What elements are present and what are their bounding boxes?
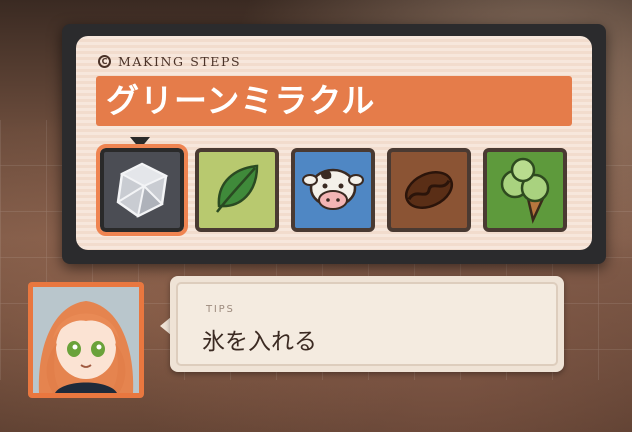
copyright-icon: C: [98, 54, 111, 68]
character-avatar-frame: [28, 282, 144, 398]
ice-cream-icon: [500, 157, 550, 224]
leaf-icon: [216, 164, 259, 213]
recipe-title: グリーンミラクル: [106, 81, 376, 120]
step-milk[interactable]: [291, 148, 375, 232]
tips-text: 氷を入れる: [202, 329, 317, 355]
step-coffee[interactable]: [387, 148, 471, 232]
making-steps-label: MAKING STEPS: [118, 53, 242, 69]
making-steps-header: C MAKING STEPS: [98, 52, 241, 70]
step-leaf[interactable]: [195, 148, 279, 232]
step-ice-cream[interactable]: [483, 148, 567, 232]
tips-box: TIPS 氷を入れる: [170, 276, 564, 372]
recipe-title-bar: グリーンミラクル: [96, 76, 572, 126]
tips-label: TIPS: [206, 304, 235, 315]
step-ice[interactable]: [96, 144, 188, 236]
character-portrait-icon: [33, 287, 139, 393]
cow-icon: [302, 168, 364, 210]
tips-box-inner: TIPS 氷を入れる: [176, 282, 558, 366]
character-avatar: [33, 287, 139, 393]
ice-cube-icon: [116, 162, 169, 218]
coffee-bean-icon: [404, 171, 454, 209]
